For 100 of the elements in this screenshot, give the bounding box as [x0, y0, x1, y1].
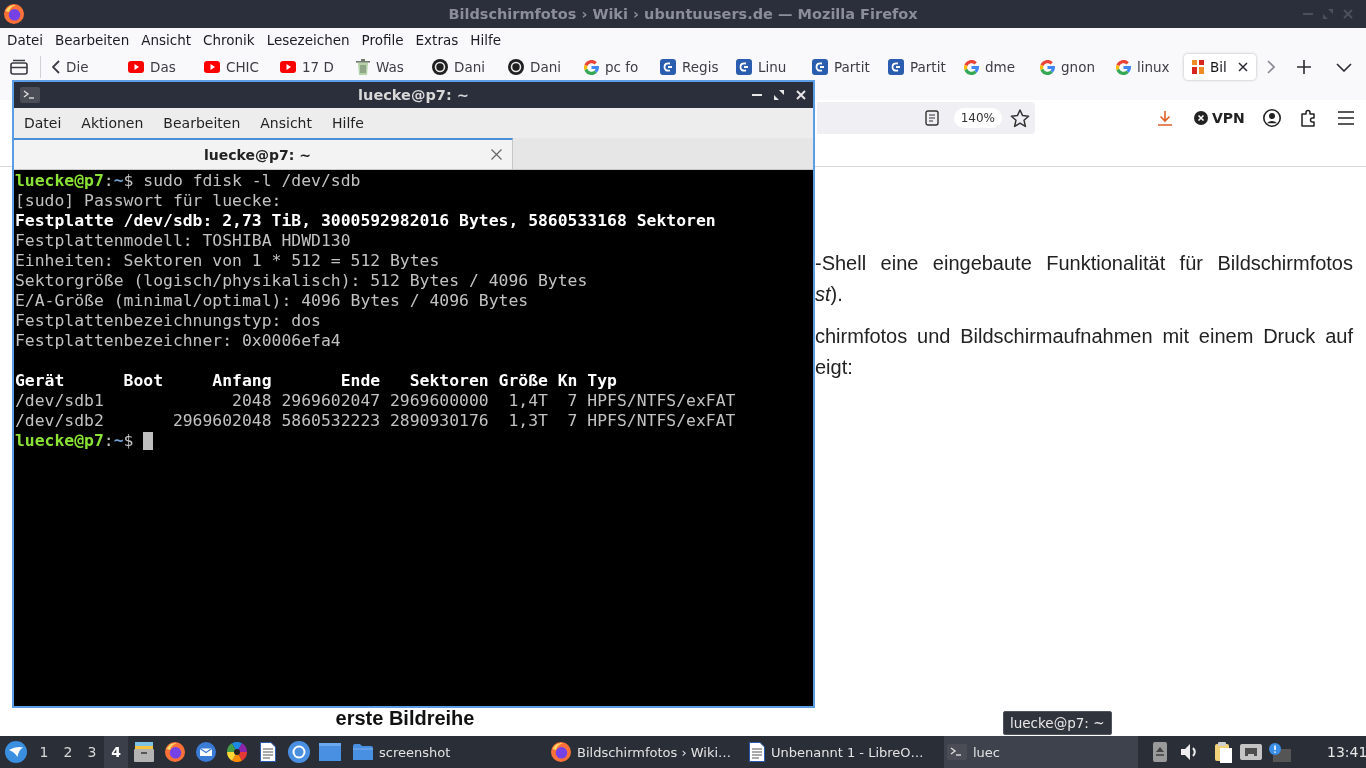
terminal-line: Sektorgröße (logisch/physikalisch): 512 Bytes / 4096 Bytes — [15, 271, 588, 291]
window-title: luecke@p7: ~ — [358, 87, 469, 103]
taskbar-window-button[interactable]: screenshot — [350, 736, 544, 768]
menu-item[interactable]: Ansicht — [250, 115, 322, 131]
aperture-icon[interactable] — [226, 742, 247, 762]
terminal-tab[interactable]: luecke@p7: ~ — [14, 138, 513, 169]
menu-item[interactable]: Datei — [1, 30, 50, 50]
g-icon — [584, 59, 599, 75]
tile-icon — [660, 59, 676, 75]
menu-item[interactable]: Chronik — [197, 30, 261, 50]
browser-tab[interactable]: Die — [44, 54, 120, 80]
g-icon — [964, 59, 979, 75]
browser-tab[interactable]: linux — [1108, 54, 1184, 80]
document-icon[interactable] — [259, 742, 276, 762]
chevron-right-icon[interactable] — [1267, 60, 1275, 74]
document-icon — [749, 742, 765, 762]
terminal-line: luecke@p7:~$ — [15, 431, 134, 451]
browser-tab[interactable]: Regis — [652, 54, 728, 80]
plus-icon[interactable] — [1297, 60, 1311, 74]
paragraph-text: chirmfotos und Bildschirmaufnahmen mit einem Druck auf eigt: — [815, 324, 1353, 380]
zoom-button[interactable]: 140% — [953, 108, 1002, 128]
play-icon — [128, 61, 144, 73]
terminal-line: [sudo] Passwort für luecke: — [15, 191, 282, 211]
clock: 13:41 — [1327, 744, 1366, 760]
window-title: Bildschirmfotos › Wiki › ubuntuusers.de — Mozilla Firefox — [448, 6, 918, 22]
taskbar-window-button[interactable]: Unbenannt 1 - LibreO… — [746, 736, 940, 768]
menu-item[interactable]: Bearbeiten — [49, 30, 136, 50]
menu-item[interactable]: Ansicht — [135, 30, 198, 50]
browser-tab[interactable]: Bil — [1184, 54, 1256, 80]
workspace-button[interactable]: 3 — [80, 736, 104, 768]
chevron-down-icon[interactable] — [1336, 62, 1352, 72]
terminal-line: Festplattenbezeichnungstyp: dos — [15, 311, 321, 331]
taskbar-window-button[interactable]: luec — [944, 736, 1138, 768]
g-icon — [1040, 59, 1055, 75]
terminal-line: /dev/sdb1 2048 2969602047 2969600000 1,4T 7 HPFS/NTFS/exFAT — [15, 391, 736, 411]
terminal-line: Festplatte /dev/sdb: 2,73 TiB, 3000592982016 Bytes, 5860533168 Sektoren — [15, 211, 716, 231]
alert-monitor-icon[interactable] — [1269, 742, 1291, 762]
blocks-icon — [1192, 60, 1204, 74]
play-icon — [280, 61, 296, 73]
menu-item[interactable]: Profile — [355, 30, 410, 50]
tile-icon — [736, 59, 752, 75]
ring-icon[interactable] — [287, 741, 310, 763]
start-logo-icon[interactable] — [5, 741, 27, 763]
workspace-button[interactable]: 4 — [104, 736, 128, 768]
menu-item[interactable]: Hilfe — [464, 30, 507, 50]
browser-tab[interactable]: Dani — [500, 54, 576, 80]
browser-tab[interactable]: gnon — [1032, 54, 1108, 80]
terminal-line: Festplattenbezeichner: 0x0006efa4 — [15, 331, 341, 351]
workspace-button[interactable]: 2 — [56, 736, 80, 768]
vpn-button[interactable]: VPN — [1190, 104, 1249, 132]
image-caption: erste Bildreihe — [335, 708, 475, 728]
terminal-line: Festplattenmodell: TOSHIBA HDWD130 — [15, 231, 351, 251]
terminal-icon — [947, 744, 967, 760]
browser-tab[interactable]: pc fo — [576, 54, 652, 80]
eject-icon[interactable] — [1153, 742, 1167, 762]
menu-item[interactable]: Aktionen — [71, 115, 154, 131]
browser-tab[interactable]: Das — [120, 54, 196, 80]
mail-icon[interactable] — [195, 742, 216, 762]
app-logo-icon — [551, 742, 571, 762]
browser-tab[interactable]: Linu — [728, 54, 804, 80]
menu-item[interactable]: Lesezeichen — [260, 30, 356, 50]
browser-tab[interactable]: Was — [348, 54, 424, 80]
document-icon[interactable] — [924, 110, 939, 126]
browser-tab[interactable]: CHIC — [196, 54, 272, 80]
terminal-icon — [20, 87, 40, 103]
address-field[interactable]: 140% — [817, 102, 1035, 134]
menu-item[interactable]: Extras — [409, 30, 465, 50]
drawer-icon[interactable] — [133, 742, 154, 762]
browser-tab[interactable]: dme — [956, 54, 1032, 80]
taskbar-window-button[interactable]: Bildschirmfotos › Wiki… — [548, 736, 742, 768]
terminal-line: luecke@p7:~$ sudo fdisk -l /dev/sdb — [15, 171, 361, 191]
menu-icon[interactable] — [1337, 111, 1354, 125]
browser-tab[interactable]: 17 D — [272, 54, 348, 80]
disc-icon — [508, 59, 524, 75]
network-port-icon[interactable] — [1240, 744, 1262, 760]
tooltip: luecke@p7: ~ — [1003, 711, 1112, 735]
star-icon[interactable] — [1010, 108, 1030, 128]
speaker-icon[interactable] — [1181, 743, 1197, 761]
clipboard-icon[interactable] — [1215, 741, 1233, 763]
tile-icon — [812, 59, 828, 75]
bin-icon — [356, 59, 370, 75]
chevron-icon — [52, 60, 60, 74]
account-icon[interactable] — [1262, 109, 1281, 127]
puzzle-icon[interactable] — [1300, 109, 1317, 127]
download-icon[interactable] — [1157, 110, 1173, 126]
disc-icon — [432, 59, 448, 75]
menu-item[interactable]: Hilfe — [322, 115, 374, 131]
browser-tab[interactable]: Partit — [804, 54, 880, 80]
window-icon[interactable] — [318, 743, 341, 761]
terminal-line: Einheiten: Sektoren von 1 * 512 = 512 Bytes — [15, 251, 440, 271]
close-icon[interactable] — [1238, 62, 1248, 72]
folder-icon — [353, 744, 373, 760]
g-icon — [1116, 59, 1131, 75]
workspace-button[interactable]: 1 — [32, 736, 56, 768]
tab-overview-icon[interactable] — [10, 59, 28, 75]
menu-item[interactable]: Bearbeiten — [153, 115, 251, 131]
browser-tab[interactable]: Dani — [424, 54, 500, 80]
browser-tab[interactable]: Partit — [880, 54, 956, 80]
app-logo-icon[interactable] — [164, 742, 185, 762]
menu-item[interactable]: Datei — [14, 115, 72, 131]
